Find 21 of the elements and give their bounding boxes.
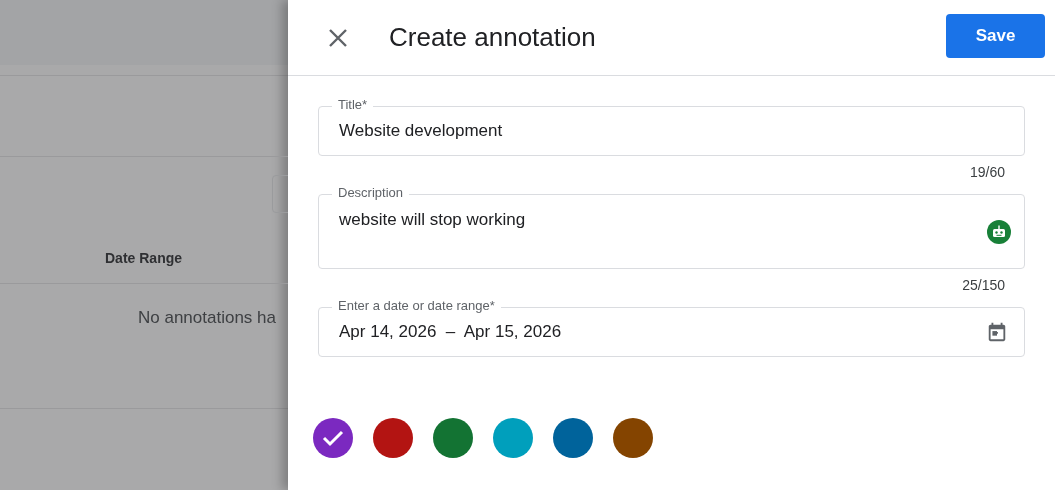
check-icon [322,429,344,447]
color-swatch[interactable] [493,418,533,458]
field-label: Description [332,185,410,201]
character-counter: 25/150 [962,276,1005,295]
color-swatch[interactable] [313,418,353,458]
panel-title: Create annotation [389,21,597,54]
close-icon [328,27,348,48]
color-swatch[interactable] [433,418,473,458]
color-swatch[interactable] [373,418,413,458]
color-swatch[interactable] [553,418,593,458]
field-value: website will stop working [339,209,527,231]
empty-message: No annotations ha [138,307,276,329]
calendar-icon[interactable] [986,321,1008,343]
field-value: Website development [339,120,504,143]
color-swatch[interactable] [613,418,653,458]
save-button[interactable]: Save [946,13,1045,58]
robot-icon[interactable] [986,219,1012,245]
character-counter: 19/60 [969,163,1005,182]
field-label: Enter a date or date range* [332,298,501,314]
field-value: Apr 14, 2026 – Apr 15, 2026 [339,321,563,344]
column-header: Date Range [105,249,183,268]
